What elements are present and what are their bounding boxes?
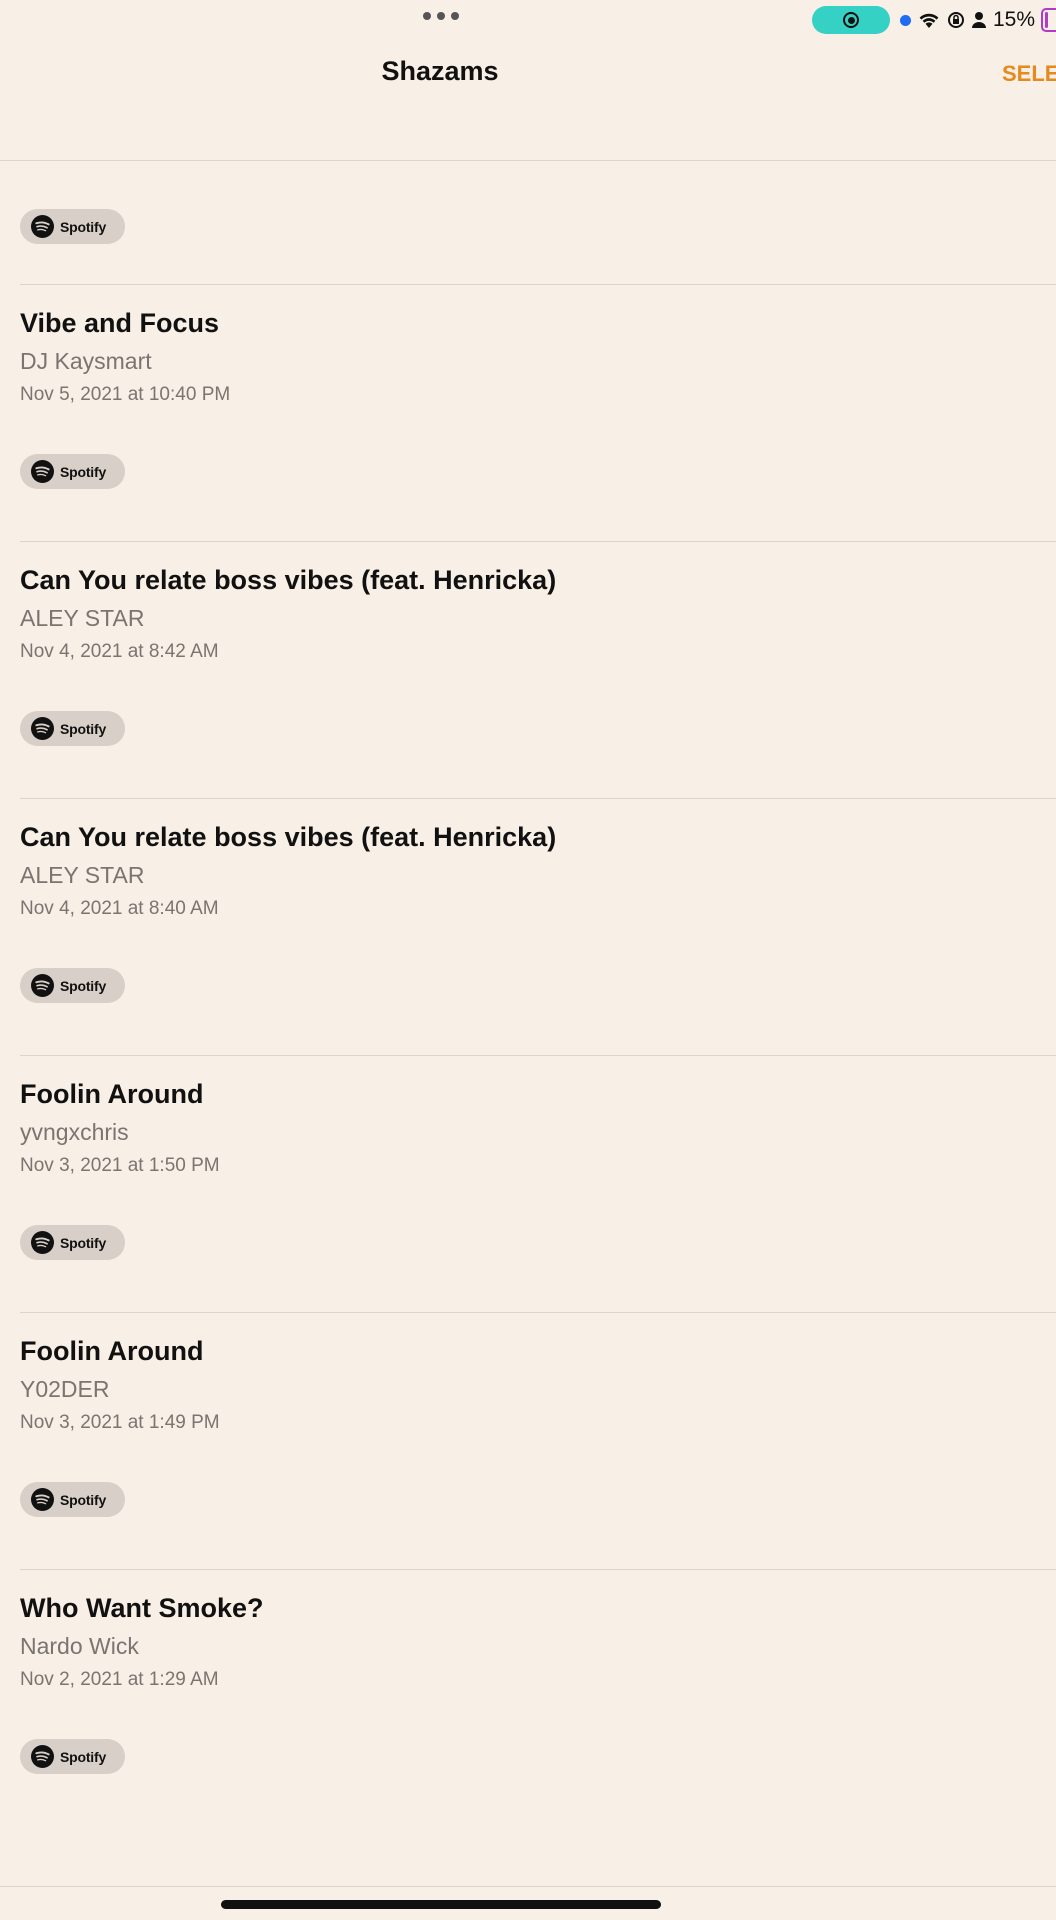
spotify-icon <box>31 460 54 483</box>
location-dot-icon <box>900 14 911 26</box>
spotify-button[interactable]: Spotify <box>20 1482 125 1517</box>
screen-record-indicator[interactable] <box>812 6 890 34</box>
spotify-label: Spotify <box>60 463 107 480</box>
spotify-label: Spotify <box>60 218 107 235</box>
song-title: Who Want Smoke? <box>20 1593 264 1623</box>
artist-name: ALEY STAR <box>20 605 145 631</box>
page-title: Shazams <box>381 56 499 86</box>
spotify-icon <box>31 717 54 740</box>
spotify-icon <box>31 974 54 997</box>
row-divider <box>20 284 1056 285</box>
spotify-button[interactable]: Spotify <box>20 711 125 746</box>
song-title: Foolin Around <box>20 1336 204 1366</box>
battery-percent: 15% <box>993 8 1036 31</box>
screen-record-icon <box>843 12 859 28</box>
spotify-button[interactable]: Spotify <box>20 454 125 489</box>
shazam-date: Nov 3, 2021 at 1:50 PM <box>20 1155 220 1176</box>
spotify-icon <box>31 1488 54 1511</box>
shazams-screen: 15% Shazams SELE Spotify Vibe and Focus … <box>0 0 1056 1920</box>
shazam-date: Nov 4, 2021 at 8:42 AM <box>20 641 219 662</box>
spotify-icon <box>31 1231 54 1254</box>
list-item[interactable]: Can You relate boss vibes (feat. Henrick… <box>0 798 1056 1055</box>
song-title: Foolin Around <box>20 1079 204 1109</box>
spotify-label: Spotify <box>60 720 107 737</box>
song-title: Vibe and Focus <box>20 308 220 338</box>
rotation-lock-icon <box>948 12 964 28</box>
row-divider <box>20 1055 1056 1056</box>
list-item[interactable]: Can You relate boss vibes (feat. Henrick… <box>0 541 1056 798</box>
spotify-icon <box>31 215 54 238</box>
shazam-date: Nov 4, 2021 at 8:40 AM <box>20 898 219 919</box>
spotify-label: Spotify <box>60 1491 107 1508</box>
row-divider <box>20 798 1056 799</box>
artist-name: ALEY STAR <box>20 862 145 888</box>
artist-name: Nardo Wick <box>20 1633 139 1659</box>
spotify-label: Spotify <box>60 1748 107 1765</box>
song-title: Can You relate boss vibes (feat. Henrick… <box>20 822 557 852</box>
list-item[interactable]: Foolin Around Y02DER Nov 3, 2021 at 1:49… <box>0 1312 1056 1569</box>
list-item[interactable]: Foolin Around yvngxchris Nov 3, 2021 at … <box>0 1055 1056 1312</box>
spotify-button[interactable]: Spotify <box>20 1225 125 1260</box>
artist-name: Y02DER <box>20 1376 110 1402</box>
person-icon <box>972 12 986 28</box>
spotify-label: Spotify <box>60 977 107 994</box>
artist-name: yvngxchris <box>20 1119 129 1145</box>
status-icons: 15% <box>900 6 1056 34</box>
row-divider <box>20 1569 1056 1570</box>
more-dots-icon[interactable] <box>423 12 459 20</box>
list-item[interactable]: Vibe and Focus DJ Kaysmart Nov 5, 2021 a… <box>0 284 1056 541</box>
row-divider <box>20 541 1056 542</box>
spotify-button[interactable]: Spotify <box>20 968 125 1003</box>
shazam-date: Nov 5, 2021 at 10:40 PM <box>20 384 231 405</box>
spotify-label: Spotify <box>60 1234 107 1251</box>
song-title: Can You relate boss vibes (feat. Henrick… <box>20 565 557 595</box>
select-button[interactable]: SELE <box>1002 61 1056 87</box>
list-item[interactable]: Who Want Smoke? Nardo Wick Nov 2, 2021 a… <box>0 1569 1056 1826</box>
spotify-button[interactable]: Spotify <box>20 209 125 244</box>
spotify-button[interactable]: Spotify <box>20 1739 125 1774</box>
home-indicator[interactable] <box>221 1900 661 1909</box>
artist-name: DJ Kaysmart <box>20 348 152 374</box>
battery-icon <box>1041 8 1056 32</box>
list-item-partial: Spotify <box>20 209 125 244</box>
spotify-icon <box>31 1745 54 1768</box>
row-divider <box>20 1312 1056 1313</box>
nav-divider <box>0 160 1056 161</box>
wifi-icon <box>919 13 939 28</box>
bottom-divider <box>0 1886 1056 1887</box>
shazam-date: Nov 3, 2021 at 1:49 PM <box>20 1412 220 1433</box>
shazam-date: Nov 2, 2021 at 1:29 AM <box>20 1669 219 1690</box>
